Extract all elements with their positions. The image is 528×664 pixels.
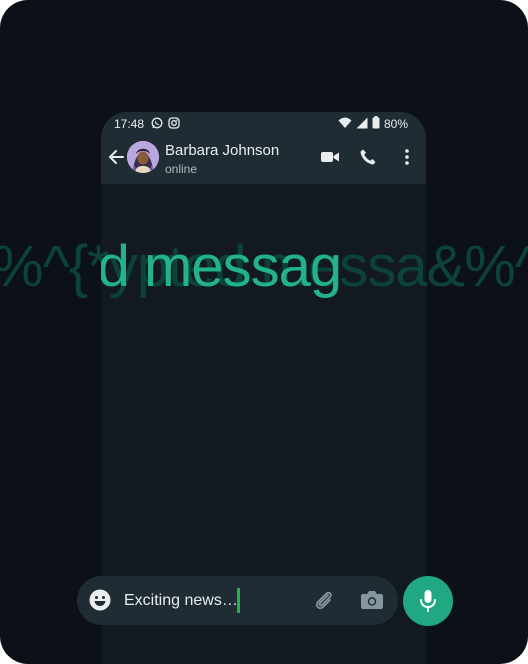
message-composer[interactable]: Exciting news… [77,576,398,625]
promo-card: 17:48 80% Barbara Johnson online %^{*ypt… [0,0,528,664]
encrypted-message-graphic: %^{*ypted messa&%^ ypted messag [0,232,528,302]
camera-icon[interactable] [360,589,384,611]
more-options-icon[interactable] [401,148,413,166]
signal-icon [356,117,368,132]
voice-record-button[interactable] [403,576,453,626]
chat-header: Barbara Johnson online [101,138,426,180]
video-call-icon[interactable] [320,148,340,166]
text-cursor [237,588,240,613]
back-arrow-icon[interactable] [107,148,125,166]
battery-percent: 80% [383,117,408,131]
status-system-icons: 80% [338,116,408,132]
status-time: 17:48 [114,117,145,131]
mic-icon [420,590,436,612]
contact-avatar[interactable] [127,141,159,173]
status-bar: 17:48 80% [101,112,426,136]
contact-name[interactable]: Barbara Johnson [165,142,279,159]
attach-icon[interactable] [312,589,336,613]
decrypted-text-window: ypted messag [101,232,426,302]
voice-call-icon[interactable] [359,148,377,166]
battery-icon [372,116,380,132]
wifi-icon [338,117,352,132]
contact-presence: online [165,162,198,176]
whatsapp-icon [151,117,163,129]
emoji-icon[interactable] [89,589,111,611]
message-input[interactable]: Exciting news… [124,592,238,610]
decrypted-text: ypted messag [101,234,342,299]
instagram-icon [168,117,180,129]
chat-topbar: 17:48 80% Barbara Johnson online [101,112,426,184]
